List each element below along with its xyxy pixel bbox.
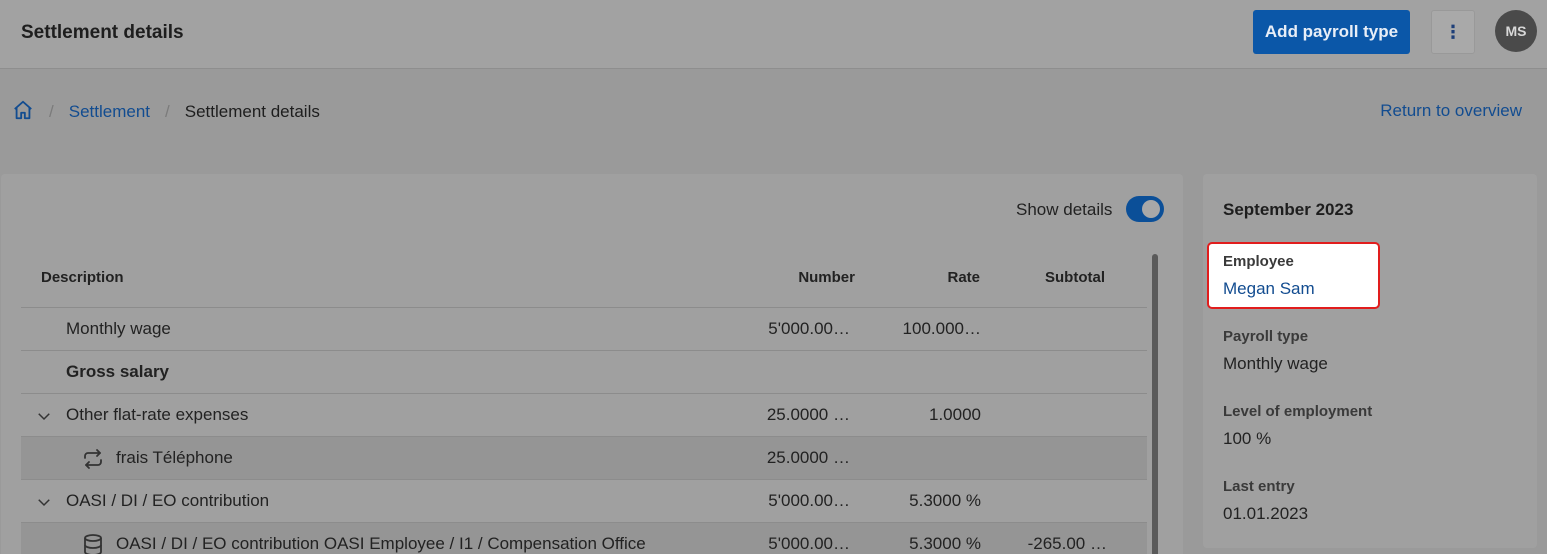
row-description: Monthly wage bbox=[66, 319, 171, 338]
row-description: OASI / DI / EO contribution OASI Employe… bbox=[116, 534, 646, 553]
table-row[interactable]: Gross salary bbox=[21, 351, 1147, 394]
database-icon bbox=[84, 534, 102, 554]
period-title: September 2023 bbox=[1223, 200, 1354, 219]
chevron-down-icon[interactable] bbox=[35, 493, 53, 511]
chevron-down-icon[interactable] bbox=[35, 407, 53, 425]
level-of-employment-value: 100 % bbox=[1223, 429, 1272, 448]
add-payroll-type-button[interactable]: Add payroll type bbox=[1253, 10, 1410, 54]
row-number: 5'000.00… bbox=[768, 491, 850, 510]
return-to-overview-link[interactable]: Return to overview bbox=[1380, 101, 1522, 121]
column-header-rate: Rate bbox=[947, 269, 980, 286]
toggle-knob bbox=[1142, 200, 1160, 218]
breadcrumb-settlement-link[interactable]: Settlement bbox=[69, 102, 150, 122]
home-icon[interactable] bbox=[12, 99, 34, 126]
table-scrollbar[interactable] bbox=[1152, 254, 1158, 554]
more-options-button[interactable]: ⋮ bbox=[1431, 10, 1475, 54]
column-header-number: Number bbox=[798, 269, 855, 286]
more-vertical-icon: ⋮ bbox=[1444, 21, 1462, 42]
row-rate: 5.3000 % bbox=[909, 534, 981, 553]
row-description: frais Téléphone bbox=[116, 448, 233, 467]
table-header: Description Number Rate Subtotal bbox=[21, 254, 1147, 308]
payroll-type-label: Payroll type bbox=[1223, 328, 1309, 345]
employee-link[interactable]: Megan Sam bbox=[1223, 279, 1315, 299]
recurring-icon bbox=[84, 449, 102, 469]
breadcrumb: / Settlement / Settlement details bbox=[12, 100, 320, 124]
breadcrumb-current: Settlement details bbox=[184, 102, 320, 121]
table-row[interactable]: OASI / DI / EO contribution OASI Employe… bbox=[21, 523, 1147, 554]
settlement-table: Description Number Rate Subtotal Monthly… bbox=[21, 254, 1147, 554]
table-row[interactable]: OASI / DI / EO contribution 5'000.00… 5.… bbox=[21, 480, 1147, 523]
row-rate: 1.0000 bbox=[929, 405, 981, 424]
row-description: Gross salary bbox=[66, 362, 170, 381]
breadcrumb-separator: / bbox=[165, 102, 170, 121]
user-avatar[interactable]: MS bbox=[1495, 10, 1537, 52]
column-header-description: Description bbox=[41, 269, 124, 286]
row-rate: 5.3000 % bbox=[909, 491, 981, 510]
column-header-subtotal: Subtotal bbox=[1045, 269, 1105, 286]
table-row[interactable]: frais Téléphone 25.0000 … bbox=[21, 437, 1147, 480]
row-subtotal: -265.00 … bbox=[1027, 534, 1107, 553]
show-details-toggle[interactable] bbox=[1126, 196, 1164, 222]
top-bar: Settlement details Add payroll type ⋮ MS bbox=[0, 0, 1547, 69]
show-details-label: Show details bbox=[1016, 200, 1113, 219]
level-of-employment-label: Level of employment bbox=[1223, 403, 1373, 420]
row-rate: 100.000… bbox=[902, 319, 981, 338]
employee-label: Employee bbox=[1223, 253, 1294, 270]
last-entry-label: Last entry bbox=[1223, 478, 1295, 495]
payroll-type-value: Monthly wage bbox=[1223, 354, 1328, 373]
row-number: 5'000.00… bbox=[768, 319, 850, 338]
row-description: Other flat-rate expenses bbox=[66, 405, 249, 424]
table-row[interactable]: Monthly wage 5'000.00… 100.000… bbox=[21, 308, 1147, 351]
row-number: 25.0000 … bbox=[766, 405, 850, 424]
row-number: 5'000.00… bbox=[768, 534, 850, 553]
breadcrumb-separator: / bbox=[49, 102, 54, 121]
row-description: OASI / DI / EO contribution bbox=[66, 491, 270, 510]
table-row[interactable]: Other flat-rate expenses 25.0000 … 1.000… bbox=[21, 394, 1147, 437]
row-number: 25.0000 … bbox=[766, 448, 850, 467]
page-title: Settlement details bbox=[21, 22, 184, 43]
last-entry-value: 01.01.2023 bbox=[1223, 504, 1309, 523]
